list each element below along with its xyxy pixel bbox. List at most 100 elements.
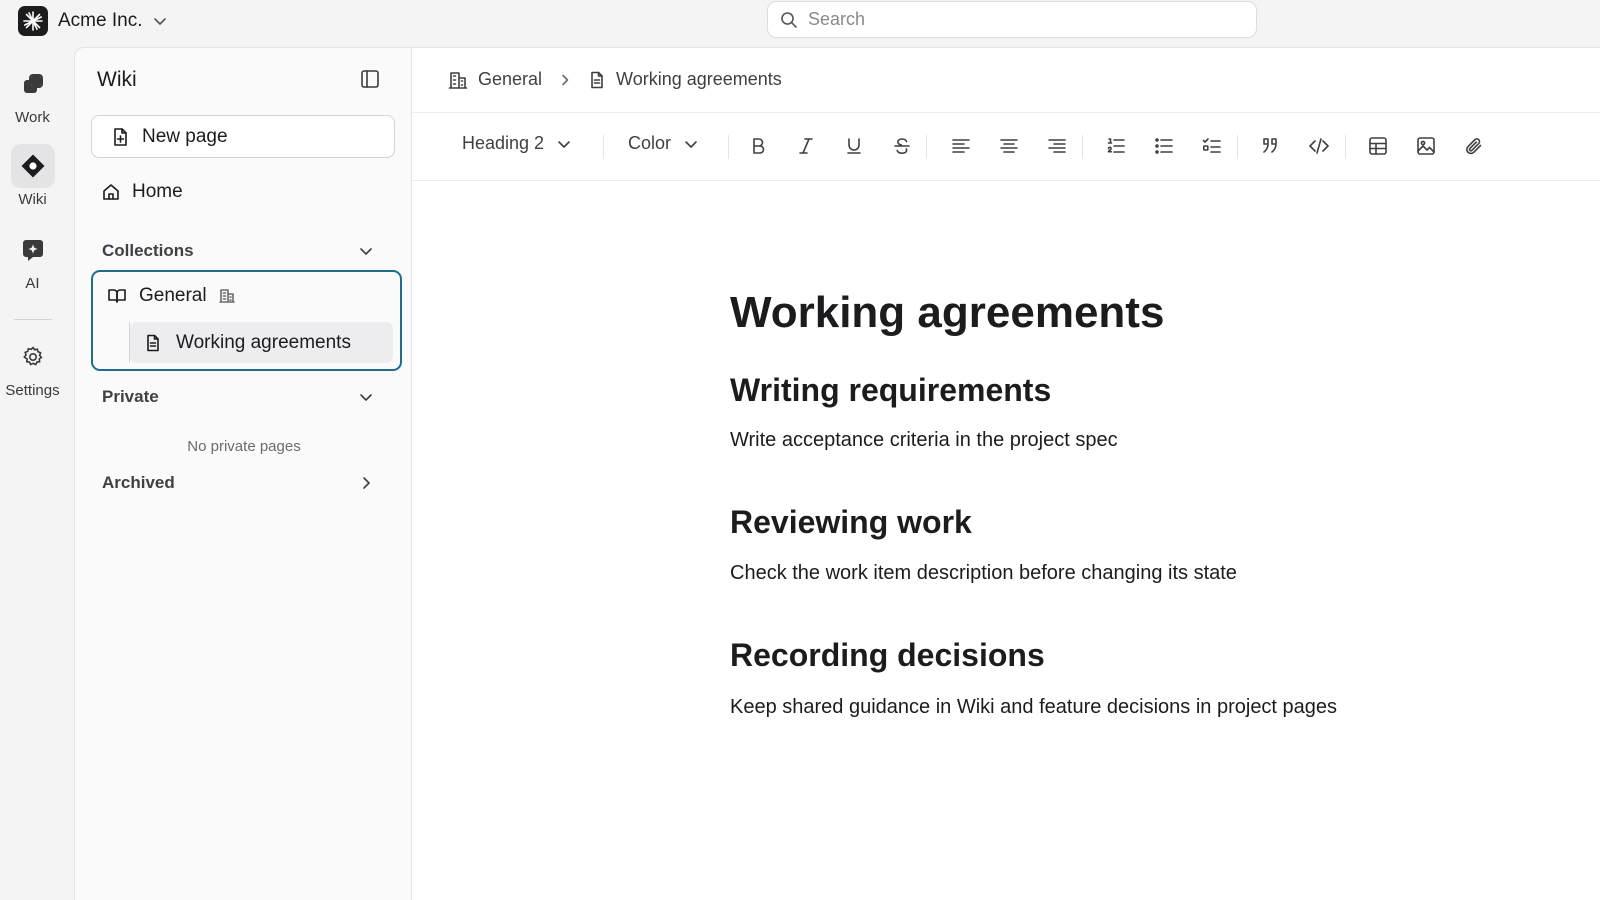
rail-item-work[interactable]: Work	[0, 62, 65, 126]
rail-divider	[14, 319, 52, 320]
strikethrough-button[interactable]	[889, 133, 915, 159]
toolbar-divider	[926, 135, 927, 159]
app-rail: Work Wiki AI Settings	[0, 46, 74, 900]
strikethrough-icon	[894, 138, 910, 154]
workspace-switcher[interactable]: Acme Inc.	[18, 5, 168, 37]
search-icon	[781, 11, 797, 28]
color-select[interactable]: Color	[628, 133, 699, 154]
heading-select-label: Heading 2	[462, 133, 545, 153]
archived-header[interactable]: Archived	[102, 473, 374, 493]
wiki-sidebar: Wiki New page Home Collections General W…	[74, 47, 412, 900]
align-center-button[interactable]	[996, 133, 1022, 159]
chevron-down-icon	[360, 394, 372, 401]
color-select-label: Color	[628, 133, 672, 153]
breadcrumb-collection-label: General	[478, 69, 543, 89]
rail-label-wiki: Wiki	[18, 191, 47, 208]
italic-button[interactable]	[793, 133, 819, 159]
home-label: Home	[132, 181, 183, 202]
search-input[interactable]	[808, 9, 1228, 30]
collections-header[interactable]: Collections	[102, 241, 374, 261]
toolbar-divider	[728, 135, 729, 159]
section-heading[interactable]: Reviewing work	[730, 504, 972, 541]
book-icon	[108, 289, 126, 303]
sidebar-title: Wiki	[97, 68, 137, 91]
sidebar-toggle-icon	[361, 70, 379, 88]
attachment-button[interactable]	[1461, 133, 1487, 159]
chevron-down-icon	[360, 248, 372, 255]
ai-icon	[11, 228, 55, 272]
rail-item-wiki[interactable]: Wiki	[0, 144, 65, 208]
align-right-button[interactable]	[1044, 133, 1070, 159]
breadcrumb-collection[interactable]: General	[448, 69, 542, 90]
align-center-icon	[1000, 139, 1018, 153]
document-icon	[591, 71, 603, 88]
private-header[interactable]: Private	[102, 387, 374, 407]
section-body[interactable]: Check the work item description before c…	[730, 562, 1237, 585]
heading-select[interactable]: Heading 2	[462, 133, 572, 154]
top-bar: Acme Inc.	[0, 0, 1600, 46]
bullet-list-button[interactable]	[1151, 133, 1177, 159]
workspace-name: Acme Inc.	[58, 10, 143, 31]
toolbar-divider	[1237, 135, 1238, 159]
private-label: Private	[102, 387, 159, 406]
quote-icon	[1263, 138, 1277, 153]
collection-page-label: Working agreements	[176, 331, 351, 353]
sidebar-item-working-agreements[interactable]: Working agreements	[130, 322, 393, 363]
home-icon	[103, 184, 119, 200]
underline-icon	[847, 138, 861, 154]
align-left-icon	[952, 139, 970, 153]
italic-icon	[799, 138, 813, 154]
rail-item-settings[interactable]: Settings	[0, 335, 65, 399]
chevron-down-icon	[685, 140, 697, 148]
align-right-icon	[1048, 139, 1066, 153]
collection-general: General Working agreements	[91, 270, 402, 371]
align-left-button[interactable]	[948, 133, 974, 159]
ordered-list-button[interactable]	[1103, 133, 1129, 159]
task-list-icon	[1202, 138, 1221, 153]
code-button[interactable]	[1306, 133, 1332, 159]
gear-icon	[11, 335, 55, 379]
wiki-icon	[10, 144, 55, 188]
section-heading[interactable]: Writing requirements	[730, 372, 1051, 409]
table-icon	[1369, 137, 1387, 155]
document-icon	[147, 334, 159, 351]
search-box[interactable]	[767, 1, 1257, 38]
breadcrumb: General Working agreements	[448, 69, 782, 90]
toolbar-divider	[603, 135, 604, 159]
workspace-logo-icon	[18, 6, 48, 36]
bold-button[interactable]	[745, 133, 771, 159]
quote-button[interactable]	[1258, 133, 1284, 159]
bold-icon	[753, 138, 765, 154]
task-list-button[interactable]	[1199, 133, 1225, 159]
formatting-toolbar: Heading 2 Color	[412, 113, 1600, 181]
building-icon	[218, 289, 235, 303]
rail-label-ai: AI	[25, 275, 40, 292]
rail-label-settings: Settings	[5, 382, 60, 399]
sidebar-toggle-button[interactable]	[359, 68, 381, 90]
new-page-button[interactable]: New page	[91, 115, 395, 158]
chevron-down-icon	[154, 18, 167, 25]
sidebar-item-home[interactable]: Home	[101, 181, 183, 203]
ordered-list-icon	[1107, 138, 1125, 153]
collections-label: Collections	[102, 241, 194, 260]
image-button[interactable]	[1413, 133, 1439, 159]
collection-general-item[interactable]: General	[107, 285, 235, 307]
document-title[interactable]: Working agreements	[730, 288, 1164, 338]
rail-item-ai[interactable]: AI	[0, 228, 65, 292]
underline-button[interactable]	[841, 133, 867, 159]
section-heading[interactable]: Recording decisions	[730, 637, 1045, 674]
bullet-list-icon	[1155, 138, 1173, 154]
section-body[interactable]: Write acceptance criteria in the project…	[730, 429, 1118, 452]
building-icon	[448, 71, 468, 89]
work-icon	[11, 62, 55, 106]
breadcrumb-page[interactable]: Working agreements	[588, 69, 782, 90]
table-button[interactable]	[1365, 133, 1391, 159]
image-icon	[1417, 137, 1435, 155]
editor-pane: General Working agreements Heading 2 Col…	[412, 47, 1600, 900]
chevron-down-icon	[558, 140, 570, 148]
breadcrumb-page-label: Working agreements	[616, 69, 782, 89]
section-body[interactable]: Keep shared guidance in Wiki and feature…	[730, 696, 1337, 719]
private-empty-note: No private pages	[187, 438, 301, 455]
toolbar-divider	[1345, 135, 1346, 159]
chevron-right-icon	[562, 74, 569, 85]
